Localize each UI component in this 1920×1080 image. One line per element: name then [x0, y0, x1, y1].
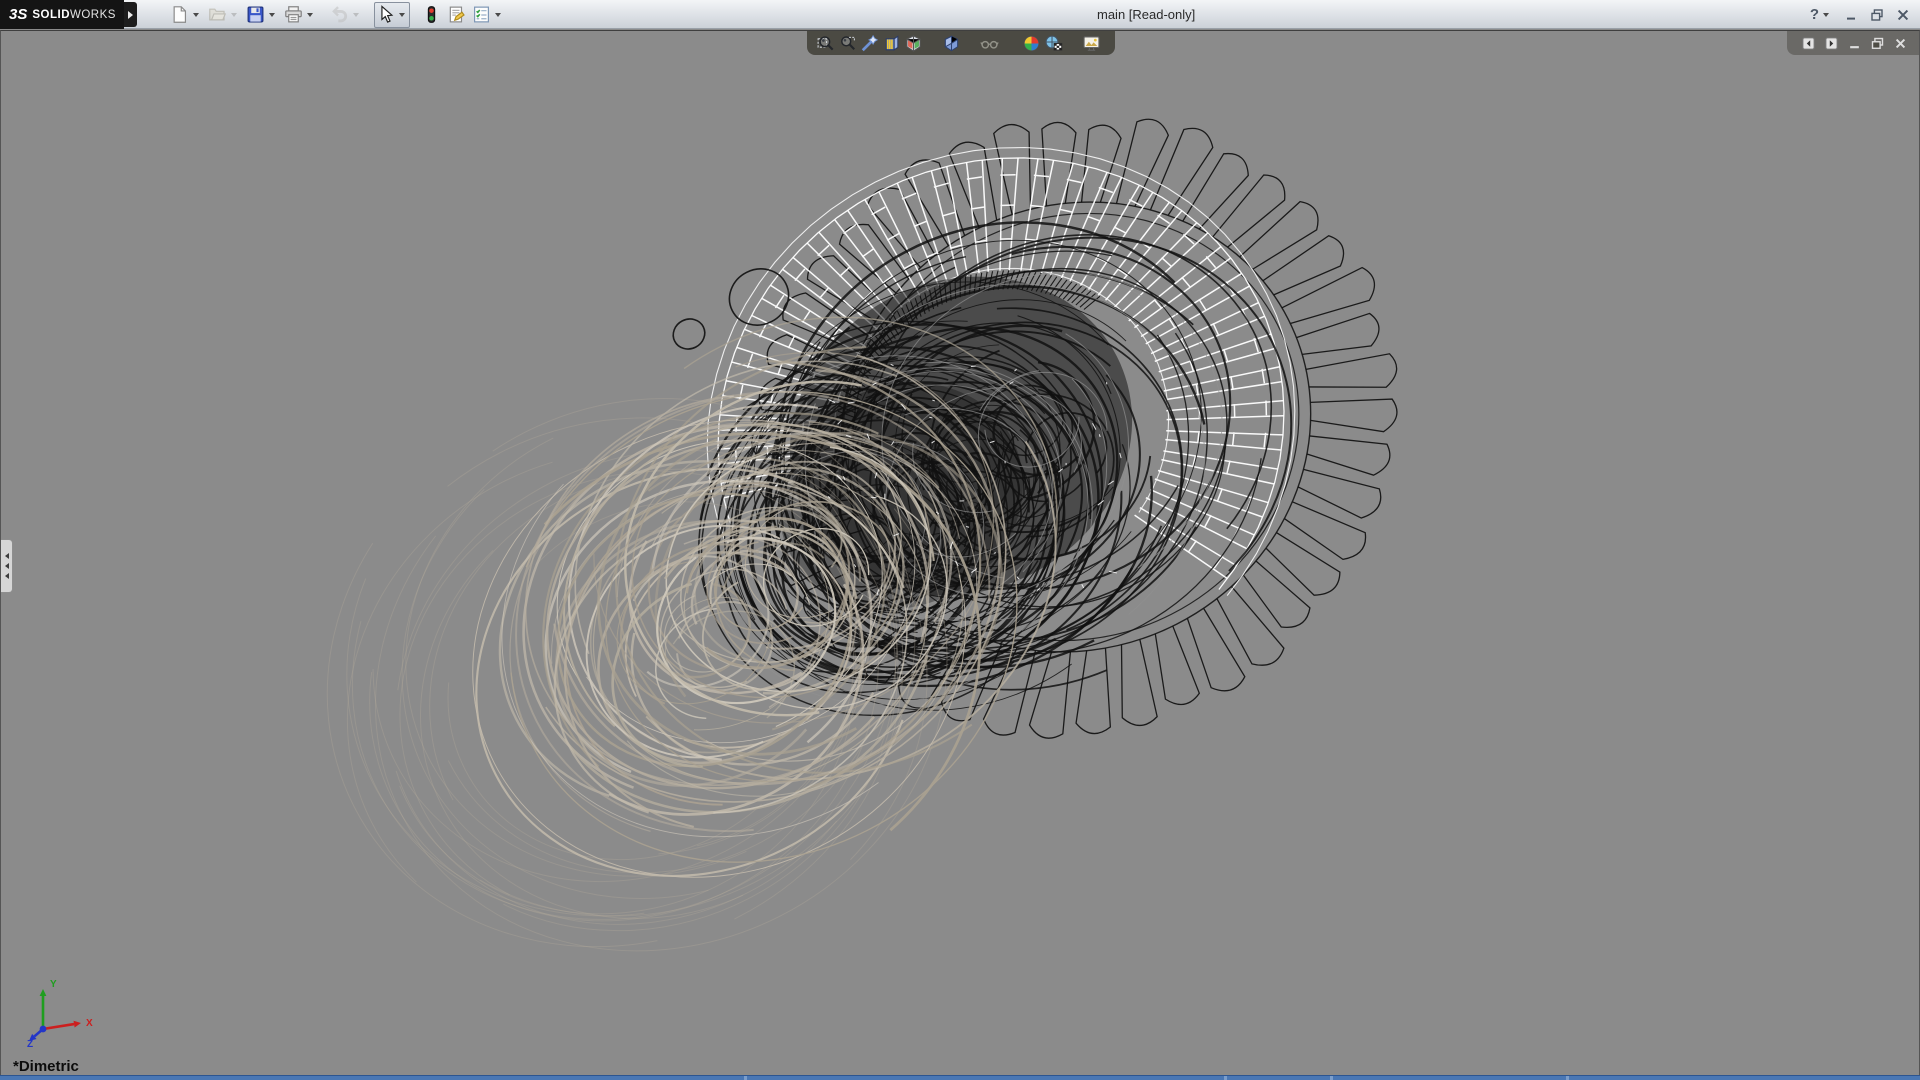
display-style-button[interactable]	[942, 33, 961, 53]
solidworks-logo-mark: 3S	[9, 6, 27, 23]
orientation-triad: Y X Z	[19, 977, 99, 1051]
view-orientation-button[interactable]	[904, 33, 923, 53]
view-orientation-icon	[904, 34, 923, 53]
collapse-arrow-icon	[5, 553, 9, 559]
open-dropdown-icon[interactable]	[231, 13, 237, 20]
status-bar-edge	[0, 1075, 1920, 1080]
zoom-to-fit-button[interactable]	[816, 33, 835, 53]
close-button[interactable]	[1896, 8, 1910, 22]
apply-scene-button[interactable]	[1044, 33, 1063, 53]
appearance-sphere-icon	[1022, 34, 1041, 53]
save-button[interactable]	[244, 2, 280, 28]
collapse-arrow-icon	[5, 573, 9, 579]
view-orientation-label: *Dimetric	[13, 1058, 79, 1075]
view-settings-icon	[1082, 34, 1101, 53]
save-dropdown-icon[interactable]	[269, 13, 275, 20]
select-button[interactable]	[374, 2, 410, 28]
new-document-button[interactable]	[168, 2, 204, 28]
restore-button[interactable]	[1870, 8, 1884, 22]
pane-left-button[interactable]	[1802, 37, 1815, 50]
help-dropdown-icon	[1823, 13, 1829, 20]
display-style-icon	[942, 34, 961, 53]
triad-y-label: Y	[50, 979, 57, 990]
print-dropdown-icon[interactable]	[307, 13, 313, 20]
pane-left-icon	[1802, 37, 1815, 50]
new-document-dropdown-icon[interactable]	[193, 13, 199, 20]
zoom-to-area-icon	[838, 34, 857, 53]
open-folder-icon	[208, 5, 227, 24]
minimize-doc-button[interactable]	[1848, 37, 1861, 50]
main-toolbar	[168, 0, 508, 29]
window-title: main [Read-only]	[1097, 7, 1195, 22]
previous-view-button[interactable]	[860, 33, 879, 53]
undo-dropdown-icon[interactable]	[353, 13, 359, 20]
select-cursor-icon	[376, 5, 395, 24]
solidworks-logo: 3S SOLIDWORKS	[0, 0, 124, 29]
options-dropdown-icon[interactable]	[495, 13, 501, 20]
document-window-controls	[1787, 31, 1919, 55]
options-list-icon	[472, 5, 491, 24]
triad-x-label: X	[86, 1018, 93, 1029]
zoom-to-fit-icon	[816, 34, 835, 53]
engine-model-wireframe	[1, 31, 1920, 1075]
graphics-viewport[interactable]: Y X Z *Dimetric	[0, 30, 1920, 1075]
flyout-arrow-icon	[128, 11, 137, 19]
pane-right-button[interactable]	[1825, 37, 1838, 50]
triad-z-label: Z	[27, 1039, 33, 1050]
title-bar: 3S SOLIDWORKS main [Read-only] ?	[0, 0, 1920, 29]
edit-appearance-button[interactable]	[1022, 33, 1041, 53]
brand-works: WORKS	[70, 9, 116, 21]
scene-sphere-icon	[1044, 34, 1063, 53]
glasses-icon	[980, 34, 999, 53]
help-button[interactable]: ?	[1810, 6, 1832, 23]
view-settings-button[interactable]	[1082, 33, 1101, 53]
previous-view-icon	[860, 34, 879, 53]
collapse-arrow-icon	[5, 563, 9, 569]
restore-doc-icon	[1871, 37, 1884, 50]
file-properties-button[interactable]	[445, 2, 468, 28]
close-doc-button[interactable]	[1894, 37, 1907, 50]
restore-doc-button[interactable]	[1871, 37, 1884, 50]
options-button[interactable]	[470, 2, 506, 28]
print-icon	[284, 5, 303, 24]
save-icon	[246, 5, 265, 24]
close-icon	[1896, 8, 1910, 22]
rebuild-button[interactable]	[420, 2, 443, 28]
minimize-icon	[1844, 8, 1858, 22]
help-icon: ?	[1810, 6, 1819, 23]
open-button[interactable]	[206, 2, 242, 28]
print-button[interactable]	[282, 2, 318, 28]
featuremanager-collapse-tab[interactable]	[1, 539, 13, 593]
brand-solid: SOLID	[32, 9, 70, 21]
section-view-icon	[882, 34, 901, 53]
select-dropdown-icon[interactable]	[399, 13, 405, 20]
restore-icon	[1870, 8, 1884, 22]
undo-icon	[330, 5, 349, 24]
minimize-doc-icon	[1848, 37, 1861, 50]
section-view-button[interactable]	[882, 33, 901, 53]
pane-right-icon	[1825, 37, 1838, 50]
traffic-light-icon	[422, 5, 441, 24]
file-properties-icon	[447, 5, 466, 24]
heads-up-view-toolbar	[807, 31, 1115, 55]
hide-show-items-button[interactable]	[980, 33, 999, 53]
menu-flyout-button[interactable]	[124, 2, 137, 27]
zoom-to-area-button[interactable]	[838, 33, 857, 53]
close-doc-icon	[1894, 37, 1907, 50]
undo-button[interactable]	[328, 2, 364, 28]
window-controls: ?	[1810, 0, 1910, 29]
new-document-icon	[170, 5, 189, 24]
minimize-button[interactable]	[1844, 8, 1858, 22]
